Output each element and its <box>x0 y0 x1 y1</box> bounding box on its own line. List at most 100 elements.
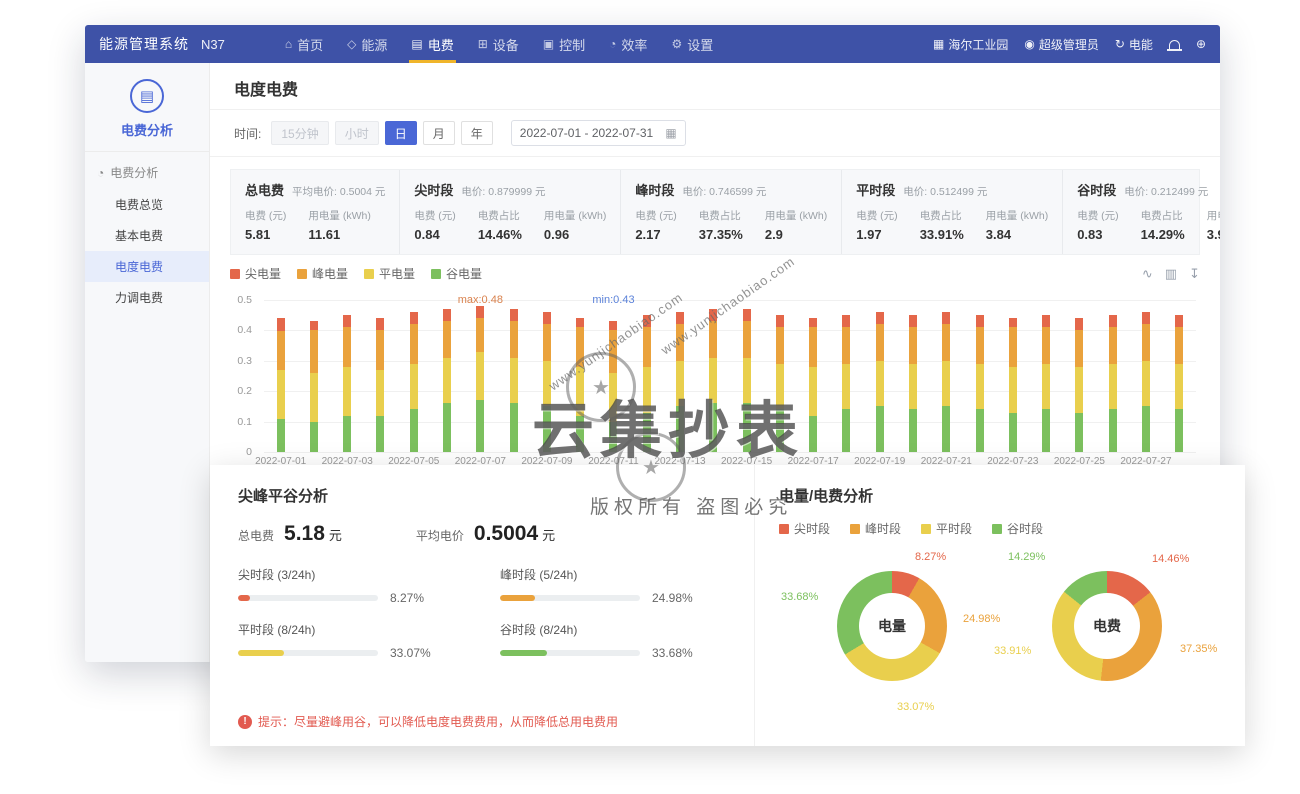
time-button-hour[interactable]: 小时 <box>335 121 379 145</box>
globe-icon: ⊕ <box>1196 37 1206 51</box>
download-icon[interactable]: ↧ <box>1189 266 1200 282</box>
legend-label: 峰电量 <box>312 265 348 282</box>
nav-label: 首页 <box>297 35 323 54</box>
bar-2022-07-05[interactable] <box>397 300 430 452</box>
line-chart-icon[interactable]: ∿ <box>1142 266 1153 282</box>
energy-donut-ring[interactable]: 电量 <box>837 571 947 681</box>
legend-label: 谷时段 <box>1007 520 1043 537</box>
date-range-picker[interactable]: 2022-07-01 - 2022-07-31 ▦ <box>511 120 686 146</box>
bar-2022-07-12[interactable] <box>630 300 663 452</box>
legend-item-valley[interactable]: 谷时段 <box>992 520 1043 537</box>
sidebar-item-power-factor-fee[interactable]: 力调电费 <box>85 282 209 313</box>
donut-legend: 尖时段 峰时段 平时段 谷时段 <box>779 520 1221 537</box>
legend-item-peak[interactable]: 峰时段 <box>850 520 901 537</box>
bar-2022-07-03[interactable] <box>331 300 364 452</box>
tip-text: 提示：尽量避峰用谷，可以降低电度电费费用，从而降低总用电费用 <box>258 713 618 730</box>
park-name: 海尔工业园 <box>948 36 1008 53</box>
time-button-day[interactable]: 日 <box>385 121 417 145</box>
bar-2022-07-24[interactable] <box>1029 300 1062 452</box>
legend-item-sharp[interactable]: 尖时段 <box>779 520 830 537</box>
progress-label: 平时段 (8/24h) <box>238 621 464 638</box>
app-title: 能源管理系统 <box>99 34 189 54</box>
language-button[interactable]: ⊕ <box>1196 37 1206 51</box>
energy-mode-selector[interactable]: ↻ 电能 <box>1115 36 1153 53</box>
legend-item-peak[interactable]: 峰电量 <box>297 265 348 282</box>
total-fee-value: 5.18 <box>284 522 325 545</box>
flat-swatch-icon <box>364 269 374 279</box>
progress-fill <box>238 650 284 656</box>
device-icon: ⊞ <box>478 37 488 51</box>
bar-2022-07-26[interactable] <box>1096 300 1129 452</box>
nav-item-electricity-fee[interactable]: ▤ 电费 <box>399 25 465 63</box>
bar-2022-07-01[interactable] <box>264 300 297 452</box>
bar-2022-07-28[interactable] <box>1163 300 1196 452</box>
legend-item-flat[interactable]: 平电量 <box>364 265 415 282</box>
bar-chart-icon[interactable]: ▥ <box>1165 266 1177 282</box>
time-button-15min[interactable]: 15分钟 <box>271 121 328 145</box>
nav-item-home[interactable]: ⌂ 首页 <box>273 25 335 63</box>
bar-2022-07-22[interactable] <box>963 300 996 452</box>
progress-fill <box>500 650 547 656</box>
metric: 电费占比 14.46% <box>478 208 522 242</box>
sidebar-section-fee-analysis[interactable]: ◔ 电费分析 <box>85 152 209 189</box>
nav-item-energy[interactable]: ◇ 能源 <box>335 25 399 63</box>
legend-item-valley[interactable]: 谷电量 <box>431 265 482 282</box>
legend-label: 尖时段 <box>794 520 830 537</box>
stat-card-title: 总电费 <box>245 180 284 199</box>
nav-item-efficiency[interactable]: ◔ 效率 <box>597 25 659 63</box>
metric: 用电量 (kWh) 11.61 <box>308 208 370 242</box>
progress-percent: 33.07% <box>390 646 431 660</box>
time-button-year[interactable]: 年 <box>461 121 493 145</box>
nav-item-settings[interactable]: ⚙ 设置 <box>659 25 725 63</box>
legend-item-sharp[interactable]: 尖电量 <box>230 265 281 282</box>
user-menu[interactable]: ◉ 超级管理员 <box>1024 36 1099 53</box>
main-nav: ⌂ 首页 ◇ 能源 ▤ 电费 ⊞ 设备 ▣ 控制 <box>273 25 725 63</box>
bar-2022-07-13[interactable] <box>663 300 696 452</box>
bar-2022-07-02[interactable] <box>297 300 330 452</box>
control-icon: ▣ <box>543 37 554 51</box>
bar-2022-07-08[interactable] <box>497 300 530 452</box>
bar-2022-07-09[interactable] <box>530 300 563 452</box>
metric-value: 33.91% <box>920 227 964 242</box>
bar-2022-07-11[interactable] <box>597 300 630 452</box>
progress-fill <box>500 595 535 601</box>
bar-2022-07-25[interactable] <box>1063 300 1096 452</box>
nav-label: 能源 <box>361 35 387 54</box>
bars <box>264 300 1196 452</box>
y-tick-label: 0.4 <box>237 324 252 336</box>
park-selector[interactable]: ▦ 海尔工业园 <box>933 36 1008 53</box>
bar-2022-07-06[interactable] <box>430 300 463 452</box>
legend-item-flat[interactable]: 平时段 <box>921 520 972 537</box>
fee-donut-ring[interactable]: 电费 <box>1052 571 1162 681</box>
sidebar-item-fee-overview[interactable]: 电费总览 <box>85 189 209 220</box>
metric-label: 电费 (元) <box>856 208 897 223</box>
y-tick-label: 0.1 <box>237 416 252 428</box>
time-filter-row: 时间: 15分钟 小时 日 月 年 2022-07-01 - 2022-07-3… <box>210 110 1220 157</box>
bar-2022-07-14[interactable] <box>697 300 730 452</box>
bar-2022-07-04[interactable] <box>364 300 397 452</box>
bar-2022-07-21[interactable] <box>930 300 963 452</box>
donut-center-label: 电量 <box>878 616 906 636</box>
notifications-button[interactable] <box>1169 40 1180 49</box>
progress-track <box>238 650 378 656</box>
bar-2022-07-27[interactable] <box>1129 300 1162 452</box>
nav-item-devices[interactable]: ⊞ 设备 <box>466 25 531 63</box>
bar-2022-07-20[interactable] <box>896 300 929 452</box>
stat-cards-row: 总电费 平均电价: 0.5004 元 电费 (元) 5.81 用电量 (kWh)… <box>230 169 1200 255</box>
sidebar-item-basic-fee[interactable]: 基本电费 <box>85 220 209 251</box>
bar-2022-07-10[interactable] <box>564 300 597 452</box>
sidebar-item-energy-fee[interactable]: 电度电费 <box>85 251 209 282</box>
bar-2022-07-18[interactable] <box>830 300 863 452</box>
bar-2022-07-07[interactable] <box>464 300 497 452</box>
energy-mode-label: 电能 <box>1129 36 1153 53</box>
bar-2022-07-19[interactable] <box>863 300 896 452</box>
bar-2022-07-23[interactable] <box>996 300 1029 452</box>
metric-label: 电费 (元) <box>635 208 676 223</box>
donut-hole: 电费 <box>1074 593 1140 659</box>
bar-2022-07-15[interactable] <box>730 300 763 452</box>
bar-2022-07-16[interactable] <box>763 300 796 452</box>
sidebar-module-header: ▤ 电费分析 <box>85 63 209 152</box>
bar-2022-07-17[interactable] <box>797 300 830 452</box>
nav-item-control[interactable]: ▣ 控制 <box>531 25 597 63</box>
time-button-month[interactable]: 月 <box>423 121 455 145</box>
